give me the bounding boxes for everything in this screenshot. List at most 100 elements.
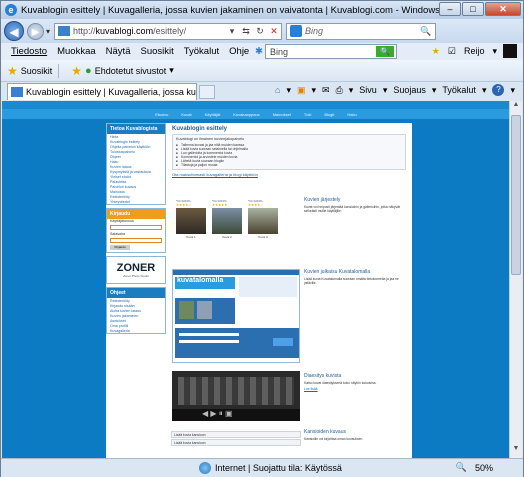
home-icon[interactable]: ⌂ (275, 85, 280, 95)
menu-file[interactable]: Tiedosto (11, 46, 47, 57)
menu-help[interactable]: Ohje (229, 46, 249, 57)
intro-heading: Kuvablogi on ilmainen kuvienjakopalvelu (176, 137, 245, 141)
favorites-star-icon[interactable]: ★ (432, 46, 440, 57)
search-go-icon[interactable]: 🔍 (417, 26, 435, 37)
page-menu[interactable]: Sivu (359, 85, 377, 95)
tools-menu[interactable]: Työkalut (442, 85, 476, 95)
scroll-up-icon[interactable]: ▲ (510, 101, 522, 114)
gallery-thumbs: *93.3333% ★★★★☆ Kuva 1 *93.3333% ★★★★★ K… (176, 199, 278, 239)
scroll-thumb[interactable] (511, 115, 521, 275)
favorites-star-icon[interactable]: ★ (7, 64, 18, 78)
site-nav-item[interactable]: Tuki (304, 112, 311, 119)
back-button[interactable]: ◀ (4, 21, 24, 41)
read-more-link[interactable]: Lue lisää (304, 387, 408, 391)
search-input[interactable]: Bing (305, 26, 323, 36)
site-nav-item[interactable]: Kuvat (181, 112, 191, 119)
vertical-scrollbar[interactable]: ▲ ▼ (509, 101, 522, 458)
intro-link[interactable]: Ota maksuttomasti kuvagalleria ja blogi … (172, 172, 408, 177)
tools-dropdown-icon[interactable]: ▾ (482, 85, 487, 96)
minimize-button[interactable]: – (439, 2, 461, 16)
add-favorite-icon[interactable]: ★ (71, 64, 82, 78)
favorites-button[interactable]: Suosikit (21, 66, 53, 76)
forward-button[interactable]: ▶ (27, 22, 44, 40)
username-label: Käyttäjätunnus (110, 219, 134, 223)
site-nav-item[interactable]: Kuvakaappaus (233, 112, 259, 119)
bottom-block: Lisää kuvia kansioon (171, 439, 301, 446)
close-button[interactable]: ✕ (485, 2, 521, 16)
gallery-thumb[interactable]: *93.3333% ★★★★★ Kuva 2 (212, 199, 242, 239)
suggested-sites-icon: ● (85, 64, 92, 77)
intro-box: Kuvablogi on ilmainen kuvienjakopalvelu … (172, 134, 406, 170)
section-title: Kansioiden kuvaus (304, 429, 346, 435)
zoom-level[interactable]: 50% (475, 463, 493, 473)
help-link[interactable]: Kuvagalleria (107, 328, 165, 333)
menu-tools[interactable]: Työkalut (184, 46, 219, 57)
home-dropdown-icon[interactable]: ▾ (286, 85, 291, 96)
suggested-dropdown-icon[interactable]: ▾ (169, 65, 174, 76)
compatibility-view-icon[interactable]: ⇆ (239, 26, 253, 37)
site-nav-item[interactable]: Mainokset (273, 112, 291, 119)
bing-icon (290, 25, 303, 37)
refresh-icon[interactable]: ↻ (253, 26, 267, 37)
zoom-icon[interactable]: 🔍 (456, 462, 467, 473)
thumb-image (248, 208, 278, 234)
command-bar: ⌂ ▾ ▣ ▾ ✉ ⎙ ▾ Sivu ▾ Suojaus ▾ Työkalut … (269, 84, 515, 96)
site-nav-item[interactable]: Käyttäjät (205, 112, 221, 119)
gallery-thumb[interactable]: *93.3333% ★★★★☆ Kuva 1 (176, 199, 206, 239)
security-zone-text[interactable]: Internet | Suojattu tila: Käytössä (215, 463, 342, 473)
suggested-sites-link[interactable]: Ehdotetut sivustot (95, 66, 167, 76)
stop-icon[interactable]: ✕ (267, 26, 281, 37)
address-field[interactable]: http://kuvablogi.com/esittely/ ▾ ⇆ ↻ ✕ (54, 22, 283, 40)
separator (58, 63, 60, 78)
page-title: Kuvablogin esittely (172, 126, 228, 132)
search-box[interactable]: Bing 🔍 (286, 22, 437, 40)
tools-icon[interactable]: ☑ (448, 46, 456, 57)
address-dropdown-icon[interactable]: ▾ (225, 26, 239, 37)
kuvatalomalla-screenshot: kuvatalomalla (172, 269, 300, 363)
menu-edit[interactable]: Muokkaa (57, 46, 96, 57)
site-header (2, 101, 510, 109)
help-icon[interactable]: ? (492, 84, 505, 96)
zoner-logo: ZONER (116, 262, 156, 274)
scroll-down-icon[interactable]: ▼ (510, 445, 522, 458)
user-name[interactable]: Reijo (464, 46, 485, 56)
window-controls: – □ ✕ (438, 2, 521, 16)
password-field[interactable] (110, 238, 162, 243)
site-nav-item[interactable]: Haku (347, 112, 356, 119)
section-desc: Kansioiden kuvaus Kansioille voi kirjoit… (304, 429, 408, 441)
section-text: Katso kuvat diaesityksenä koko näytön ko… (304, 381, 377, 385)
help-dropdown-icon[interactable]: ▾ (510, 85, 515, 96)
bing-search-button[interactable]: 🔍 (375, 46, 394, 57)
user-avatar[interactable] (503, 44, 517, 58)
address-url[interactable]: http://kuvablogi.com/esittely/ (73, 26, 225, 36)
print-icon[interactable]: ⎙ (336, 85, 343, 96)
site-nav-item[interactable]: Blogit (324, 112, 334, 119)
gallery-thumb[interactable]: *93.3333% ★★★★☆ Kuva 3 (248, 199, 278, 239)
tab-active[interactable]: Kuvablogin esittely | Kuvagalleria, joss… (7, 83, 197, 100)
recent-pages-dropdown-icon[interactable]: ▾ (46, 27, 50, 36)
mail-icon[interactable]: ✉ (322, 85, 330, 96)
menu-favorites[interactable]: Suosikit (140, 46, 173, 57)
zoner-banner[interactable]: ZONER Zoner Photo Studio (106, 256, 166, 284)
safety-menu[interactable]: Suojaus (393, 85, 426, 95)
print-dropdown-icon[interactable]: ▾ (349, 85, 354, 96)
menu-view[interactable]: Näytä (106, 46, 131, 57)
bing-toolbar-icon: ✱ (255, 46, 263, 57)
site-nav-item[interactable]: Etusivu (155, 112, 168, 119)
login-button[interactable]: Kirjaudu (110, 245, 130, 250)
favorites-bar: ★ Suosikit ★ ● Ehdotetut sivustot ▾ (1, 60, 523, 82)
page-dropdown-icon[interactable]: ▾ (383, 85, 388, 96)
info-box: Tietoa Kuvablogista Hinta Kuvablogin esi… (106, 123, 166, 205)
section-desc: Diaesitys kuvista Katso kuvat diaesityks… (304, 373, 408, 391)
browser-window: e Kuvablogin esittely | Kuvagalleria, jo… (0, 0, 524, 477)
bing-toolbar-field[interactable]: Bing 🔍 (264, 44, 397, 59)
info-link[interactable]: Yhteystiedot (107, 199, 165, 204)
maximize-button[interactable]: □ (462, 2, 484, 16)
safety-dropdown-icon[interactable]: ▾ (432, 85, 437, 96)
user-dropdown-icon[interactable]: ▾ (492, 46, 497, 57)
new-tab-button[interactable] (199, 84, 215, 99)
feeds-icon[interactable]: ▣ (297, 85, 306, 96)
username-field[interactable] (110, 225, 162, 230)
feeds-dropdown-icon[interactable]: ▾ (311, 85, 316, 96)
title-bar: e Kuvablogin esittely | Kuvagalleria, jo… (1, 1, 523, 19)
